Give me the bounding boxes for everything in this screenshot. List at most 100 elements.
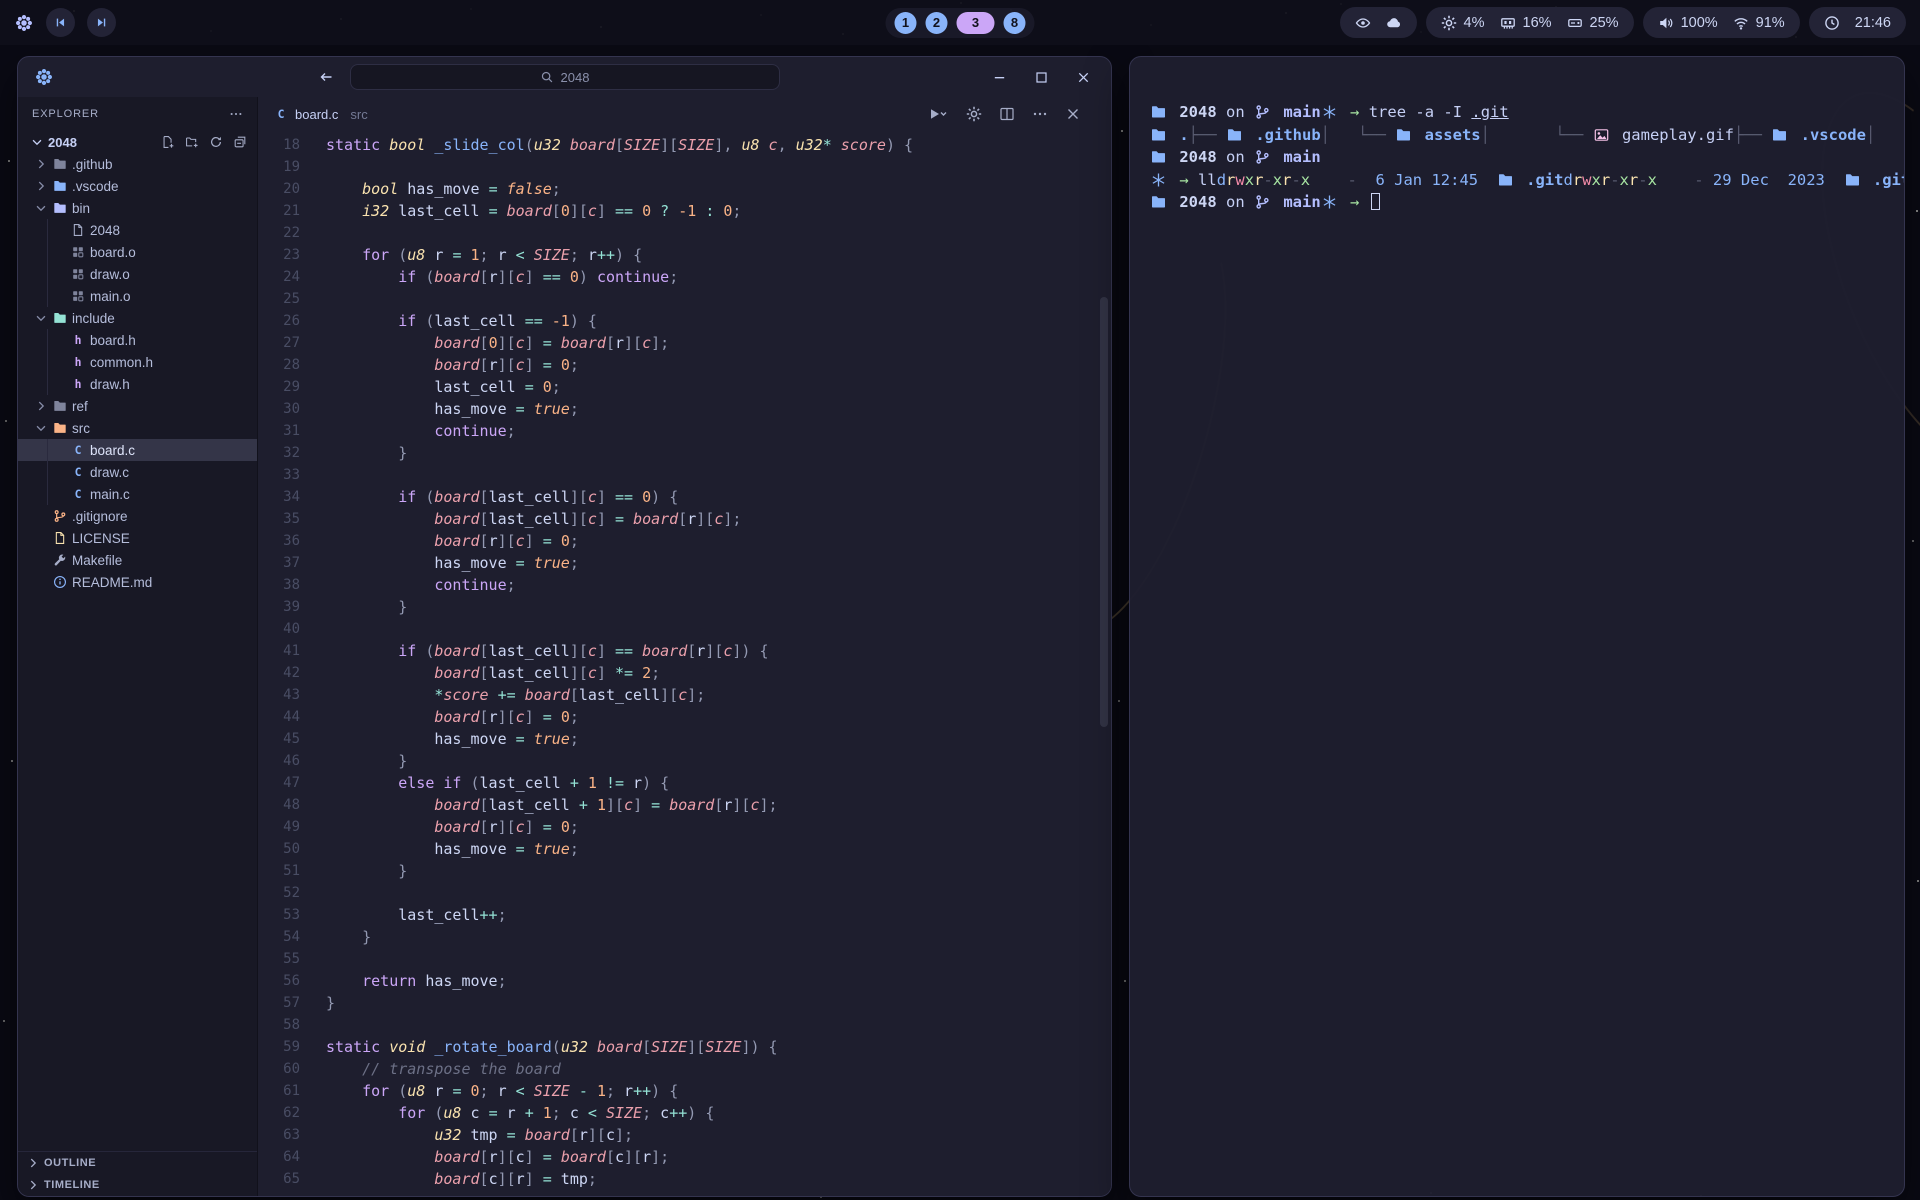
new-folder-icon[interactable] xyxy=(185,135,199,149)
terminal-window[interactable]: 2048 on main → tree -a -I .git .├── .git… xyxy=(1129,56,1905,1197)
code-line[interactable]: 55 xyxy=(258,948,1111,970)
vscode-titlebar[interactable]: 2048 xyxy=(18,57,1111,97)
explorer-item-bin[interactable]: bin xyxy=(18,197,257,219)
code-line[interactable]: 18static bool _slide_col(u32 board[SIZE]… xyxy=(258,134,1111,156)
maximize-icon[interactable] xyxy=(1034,70,1049,85)
system-logo-icon[interactable] xyxy=(14,13,34,33)
explorer-item-.github[interactable]: .github xyxy=(18,153,257,175)
explorer-item-main.o[interactable]: main.o xyxy=(18,285,257,307)
explorer-item-board.h[interactable]: hboard.h xyxy=(18,329,257,351)
code-line[interactable]: 54 } xyxy=(258,926,1111,948)
code-line[interactable]: 44 board[r][c] = 0; xyxy=(258,706,1111,728)
explorer-item-common.h[interactable]: hcommon.h xyxy=(18,351,257,373)
minimize-icon[interactable] xyxy=(992,70,1007,85)
code-line[interactable]: 30 has_move = true; xyxy=(258,398,1111,420)
code-line[interactable]: 31 continue; xyxy=(258,420,1111,442)
code-line[interactable]: 62 for (u8 c = r + 1; c < SIZE; c++) { xyxy=(258,1102,1111,1124)
code-line[interactable]: 43 *score += board[last_cell][c]; xyxy=(258,684,1111,706)
explorer-root-folder[interactable]: 2048 xyxy=(18,131,257,153)
close-editor-icon[interactable] xyxy=(1065,106,1081,122)
code-line[interactable]: 65 board[c][r] = tmp; xyxy=(258,1168,1111,1190)
scrollbar-thumb[interactable] xyxy=(1100,297,1108,727)
code-line[interactable]: 34 if (board[last_cell][c] == 0) { xyxy=(258,486,1111,508)
more-actions-icon[interactable] xyxy=(1032,106,1048,122)
code-area[interactable]: 18static bool _slide_col(u32 board[SIZE]… xyxy=(258,131,1111,1196)
code-line[interactable]: 47 else if (last_cell + 1 != r) { xyxy=(258,772,1111,794)
code-line[interactable]: 58 xyxy=(258,1014,1111,1036)
code-line[interactable]: 41 if (board[last_cell][c] == board[r][c… xyxy=(258,640,1111,662)
refresh-explorer-icon[interactable] xyxy=(209,135,223,149)
code-line[interactable]: 33 xyxy=(258,464,1111,486)
code-line[interactable]: 28 board[r][c] = 0; xyxy=(258,354,1111,376)
explorer-item-draw.h[interactable]: hdraw.h xyxy=(18,373,257,395)
new-file-icon[interactable] xyxy=(161,135,175,149)
explorer-item-ref[interactable]: ref xyxy=(18,395,257,417)
explorer-item-README.md[interactable]: README.md xyxy=(18,571,257,593)
audio-network-module[interactable]: 100% 91% xyxy=(1643,7,1800,38)
explorer-item-include[interactable]: include xyxy=(18,307,257,329)
explorer-item-board.c[interactable]: Cboard.c xyxy=(18,439,257,461)
explorer-item-main.c[interactable]: Cmain.c xyxy=(18,483,257,505)
explorer-item-LICENSE[interactable]: LICENSE xyxy=(18,527,257,549)
code-line[interactable]: 48 board[last_cell + 1][c] = board[r][c]… xyxy=(258,794,1111,816)
code-line[interactable]: 23 for (u8 r = 1; r < SIZE; r++) { xyxy=(258,244,1111,266)
code-line[interactable]: 35 board[last_cell][c] = board[r][c]; xyxy=(258,508,1111,530)
explorer-item-draw.o[interactable]: draw.o xyxy=(18,263,257,285)
code-line[interactable]: 20 bool has_move = false; xyxy=(258,178,1111,200)
workspace-next-button[interactable] xyxy=(87,8,116,37)
workspace-button-2[interactable]: 2 xyxy=(926,12,948,34)
code-line[interactable]: 25 xyxy=(258,288,1111,310)
breadcrumbs[interactable]: C board.c src xyxy=(258,97,1111,131)
code-line[interactable]: 22 xyxy=(258,222,1111,244)
clock-module[interactable]: 21:46 xyxy=(1809,7,1906,38)
code-line[interactable]: 61 for (u8 r = 0; r < SIZE - 1; r++) { xyxy=(258,1080,1111,1102)
code-line[interactable]: 27 board[0][c] = board[r][c]; xyxy=(258,332,1111,354)
workspace-prev-button[interactable] xyxy=(46,8,75,37)
run-code-icon[interactable] xyxy=(927,106,949,122)
settings-gear-icon[interactable] xyxy=(966,106,982,122)
explorer-item-board.o[interactable]: board.o xyxy=(18,241,257,263)
explorer-item-2048[interactable]: 2048 xyxy=(18,219,257,241)
code-line[interactable]: 59static void _rotate_board(u32 board[SI… xyxy=(258,1036,1111,1058)
code-line[interactable]: 29 last_cell = 0; xyxy=(258,376,1111,398)
code-line[interactable]: 46 } xyxy=(258,750,1111,772)
weather-module[interactable] xyxy=(1340,7,1417,38)
explorer-item-Makefile[interactable]: Makefile xyxy=(18,549,257,571)
explorer-more-icon[interactable] xyxy=(229,107,243,121)
code-line[interactable]: 42 board[last_cell][c] *= 2; xyxy=(258,662,1111,684)
code-line[interactable]: 19 xyxy=(258,156,1111,178)
explorer-item-src[interactable]: src xyxy=(18,417,257,439)
explorer-item-draw.c[interactable]: Cdraw.c xyxy=(18,461,257,483)
explorer-item-.vscode[interactable]: .vscode xyxy=(18,175,257,197)
code-line[interactable]: 53 last_cell++; xyxy=(258,904,1111,926)
code-line[interactable]: 51 } xyxy=(258,860,1111,882)
code-line[interactable]: 49 board[r][c] = 0; xyxy=(258,816,1111,838)
code-line[interactable]: 38 continue; xyxy=(258,574,1111,596)
code-line[interactable]: 52 xyxy=(258,882,1111,904)
code-line[interactable]: 36 board[r][c] = 0; xyxy=(258,530,1111,552)
code-line[interactable]: 21 i32 last_cell = board[0][c] == 0 ? -1… xyxy=(258,200,1111,222)
code-line[interactable]: 50 has_move = true; xyxy=(258,838,1111,860)
workspace-button-8[interactable]: 8 xyxy=(1004,12,1026,34)
nav-back-icon[interactable] xyxy=(318,69,334,85)
system-stats-module[interactable]: 4% 16% 25% xyxy=(1426,7,1634,38)
collapse-folders-icon[interactable] xyxy=(233,135,247,149)
code-line[interactable]: 45 has_move = true; xyxy=(258,728,1111,750)
code-line[interactable]: 60 // transpose the board xyxy=(258,1058,1111,1080)
outline-panel[interactable]: OUTLINE xyxy=(18,1152,257,1174)
code-line[interactable]: 56 return has_move; xyxy=(258,970,1111,992)
workspace-button-1[interactable]: 1 xyxy=(895,12,917,34)
code-line[interactable]: 37 has_move = true; xyxy=(258,552,1111,574)
code-line[interactable]: 32 } xyxy=(258,442,1111,464)
code-line[interactable]: 24 if (board[r][c] == 0) continue; xyxy=(258,266,1111,288)
code-line[interactable]: 64 board[r][c] = board[c][r]; xyxy=(258,1146,1111,1168)
code-line[interactable]: 63 u32 tmp = board[r][c]; xyxy=(258,1124,1111,1146)
code-line[interactable]: 39 } xyxy=(258,596,1111,618)
code-line[interactable]: 26 if (last_cell == -1) { xyxy=(258,310,1111,332)
code-line[interactable]: 40 xyxy=(258,618,1111,640)
timeline-panel[interactable]: TIMELINE xyxy=(18,1174,257,1196)
close-icon[interactable] xyxy=(1076,70,1091,85)
editor-scrollbar[interactable] xyxy=(1099,137,1109,1192)
explorer-item-.gitignore[interactable]: .gitignore xyxy=(18,505,257,527)
command-center-search[interactable]: 2048 xyxy=(350,64,780,90)
